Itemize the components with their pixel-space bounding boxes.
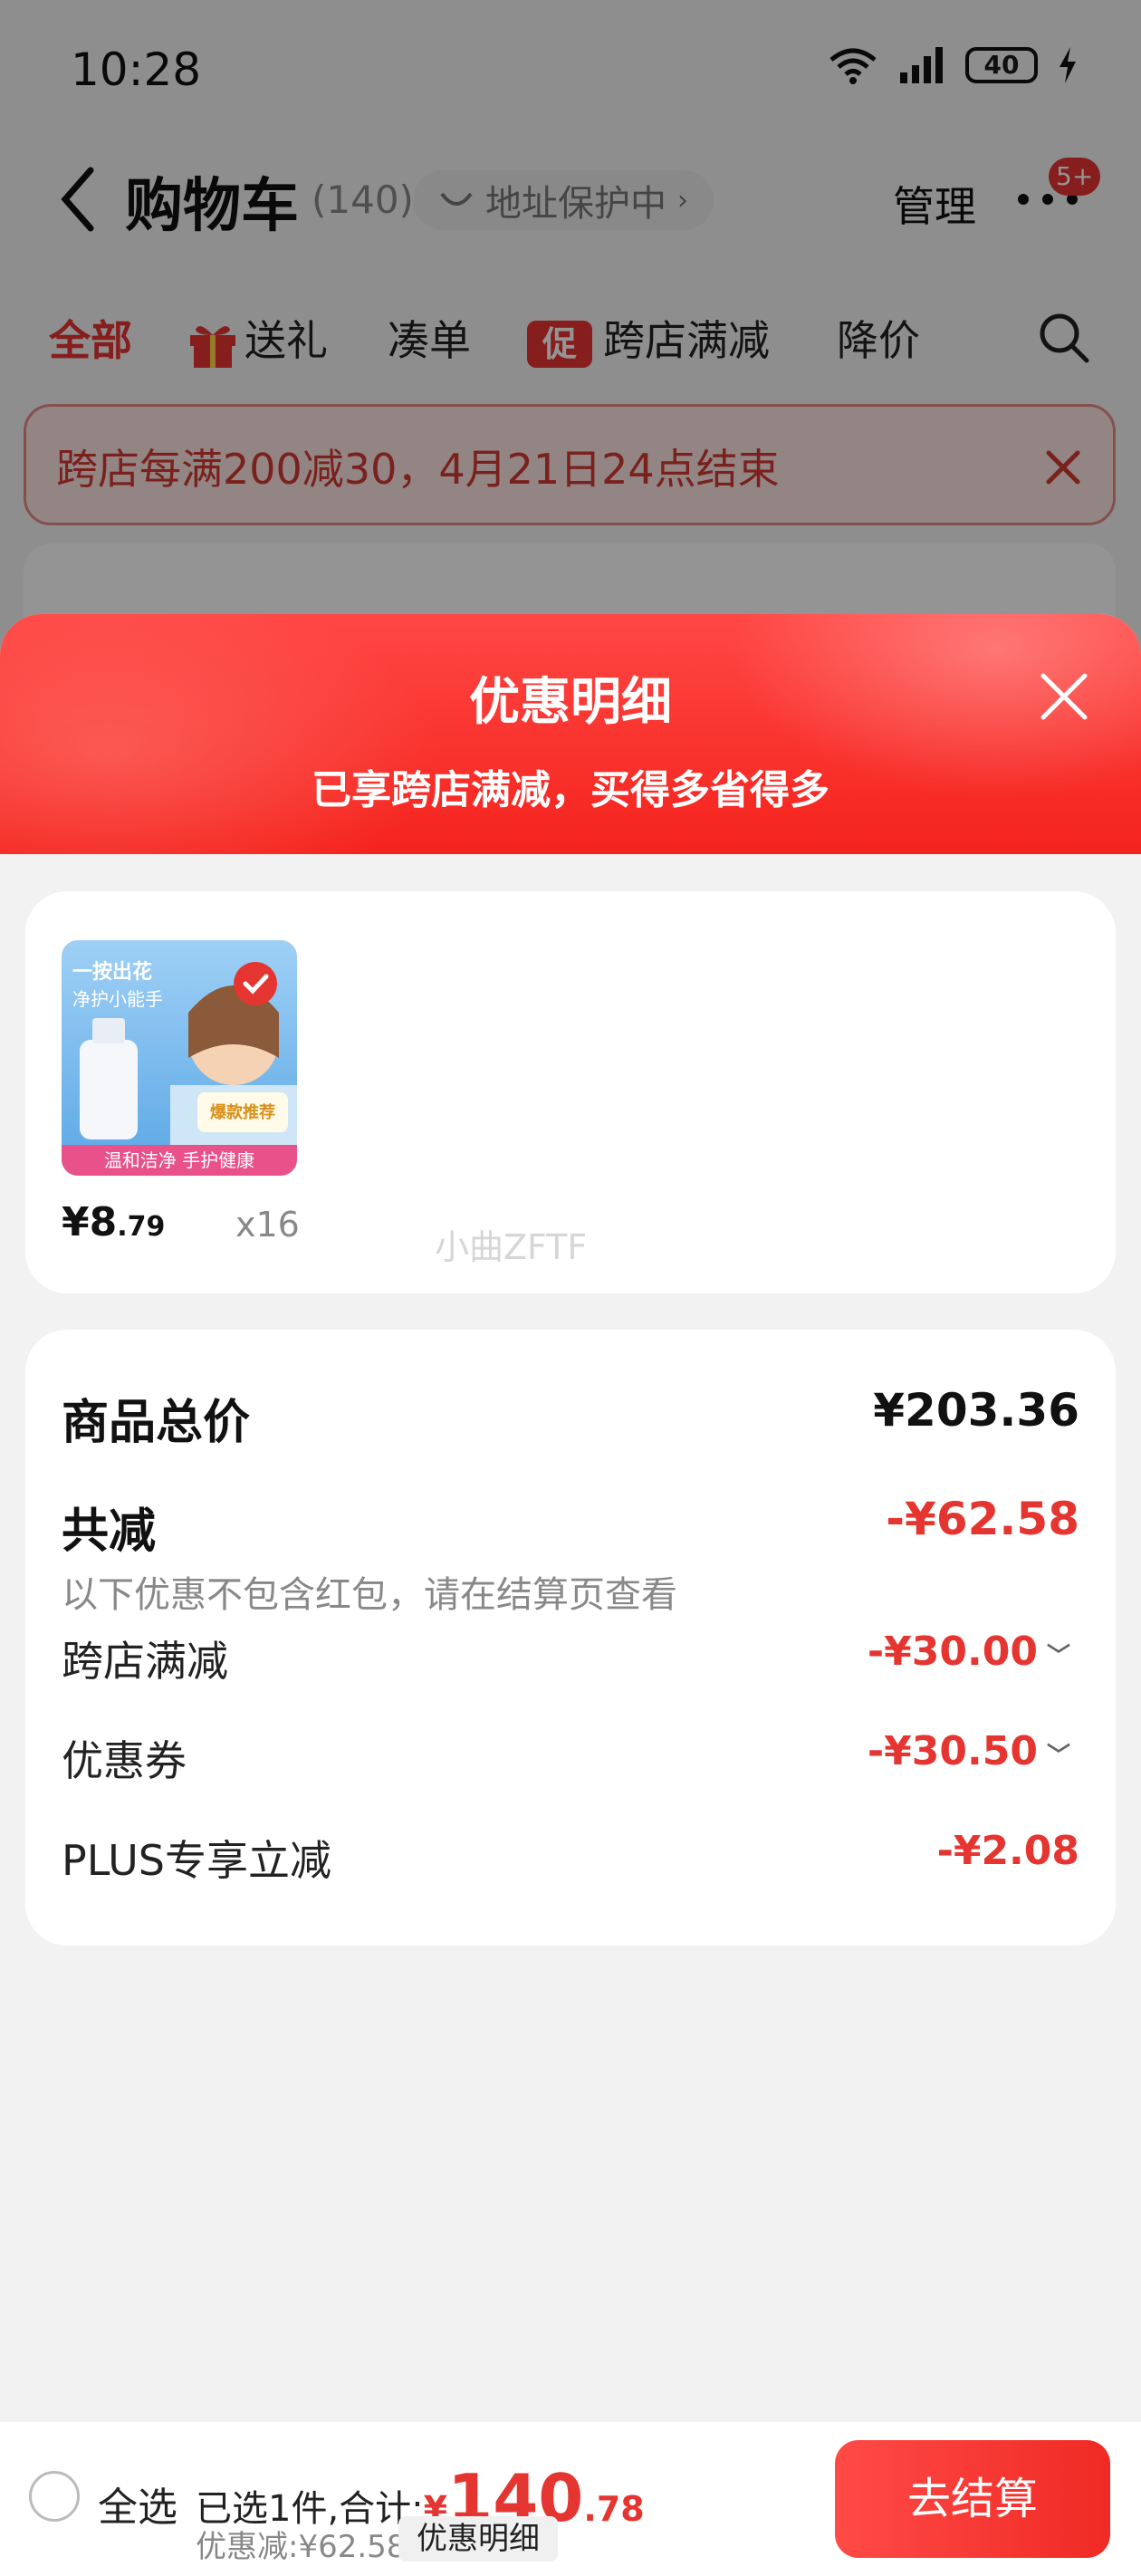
discount-label: PLUS专享立减 <box>62 1836 331 1885</box>
sheet-title: 优惠明细 <box>469 673 672 732</box>
price-summary-card: 商品总价 ¥203.36 共减 -¥62.58 以下优惠不包含红包，请在结算页查… <box>25 1330 1116 1946</box>
discount-detail-sheet: 优惠明细 已享跨店满减，买得多省得多 一按出花 净护小能手 爆款推荐 温和洁净 … <box>0 614 1141 2576</box>
discount-label: 跨店满减 <box>62 1637 228 1686</box>
discount-label: 优惠券 <box>62 1736 187 1785</box>
product-image: 一按出花 净护小能手 爆款推荐 温和洁净 手护健康 <box>62 940 297 1176</box>
select-all-checkbox[interactable] <box>29 2471 80 2522</box>
product-price: ¥8.79 <box>62 1199 165 1245</box>
sheet-header: 优惠明细 已享跨店满减，买得多省得多 <box>0 614 1141 854</box>
product-image-hot: 爆款推荐 <box>210 1102 275 1122</box>
sheet-subtitle: 已享跨店满减，买得多省得多 <box>312 767 829 813</box>
discount-value: -¥2.08 <box>936 1828 1079 1874</box>
close-icon[interactable] <box>1038 670 1090 723</box>
select-all-label[interactable]: 全选 <box>98 2475 177 2533</box>
product-image-bottom: 温和洁净 手护健康 <box>104 1149 254 1171</box>
product-image-line1: 一按出花 <box>72 960 152 984</box>
total-savings-label: 共减 <box>62 1504 157 1559</box>
watermark: 小曲ZFTF <box>435 1227 588 1267</box>
total-savings-value: -¥62.58 <box>886 1493 1079 1545</box>
total-price-value: ¥203.36 <box>873 1384 1079 1437</box>
product-thumbnail[interactable]: 一按出花 净护小能手 爆款推荐 温和洁净 手护健康 <box>62 940 297 1176</box>
discount-value: -¥30.50 <box>867 1728 1038 1774</box>
chevron-down-icon: ﹀ <box>1046 1642 1070 1670</box>
discount-summary: 优惠减:¥62.58 <box>196 2529 407 2565</box>
checkout-button[interactable]: 去结算 <box>835 2440 1110 2558</box>
product-image-line2: 净护小能手 <box>72 988 163 1010</box>
product-quantity: x16 <box>235 1205 300 1245</box>
checkout-bar: 全选 已选1件,合计:¥140.78 优惠减:¥62.58 优惠明细 去结算 <box>0 2422 1141 2576</box>
product-price-dec: .79 <box>117 1211 166 1243</box>
savings-note: 以下优惠不包含红包，请在结算页查看 <box>62 1574 677 1616</box>
chevron-down-icon: ﹀ <box>1046 1742 1070 1770</box>
total-amount-dec: .78 <box>583 2489 645 2529</box>
discount-value: -¥30.00 <box>867 1629 1038 1675</box>
total-price-label: 商品总价 <box>62 1396 251 1450</box>
discount-detail-chip[interactable]: 优惠明细 <box>398 2516 558 2562</box>
product-price-int: ¥8 <box>62 1199 118 1245</box>
